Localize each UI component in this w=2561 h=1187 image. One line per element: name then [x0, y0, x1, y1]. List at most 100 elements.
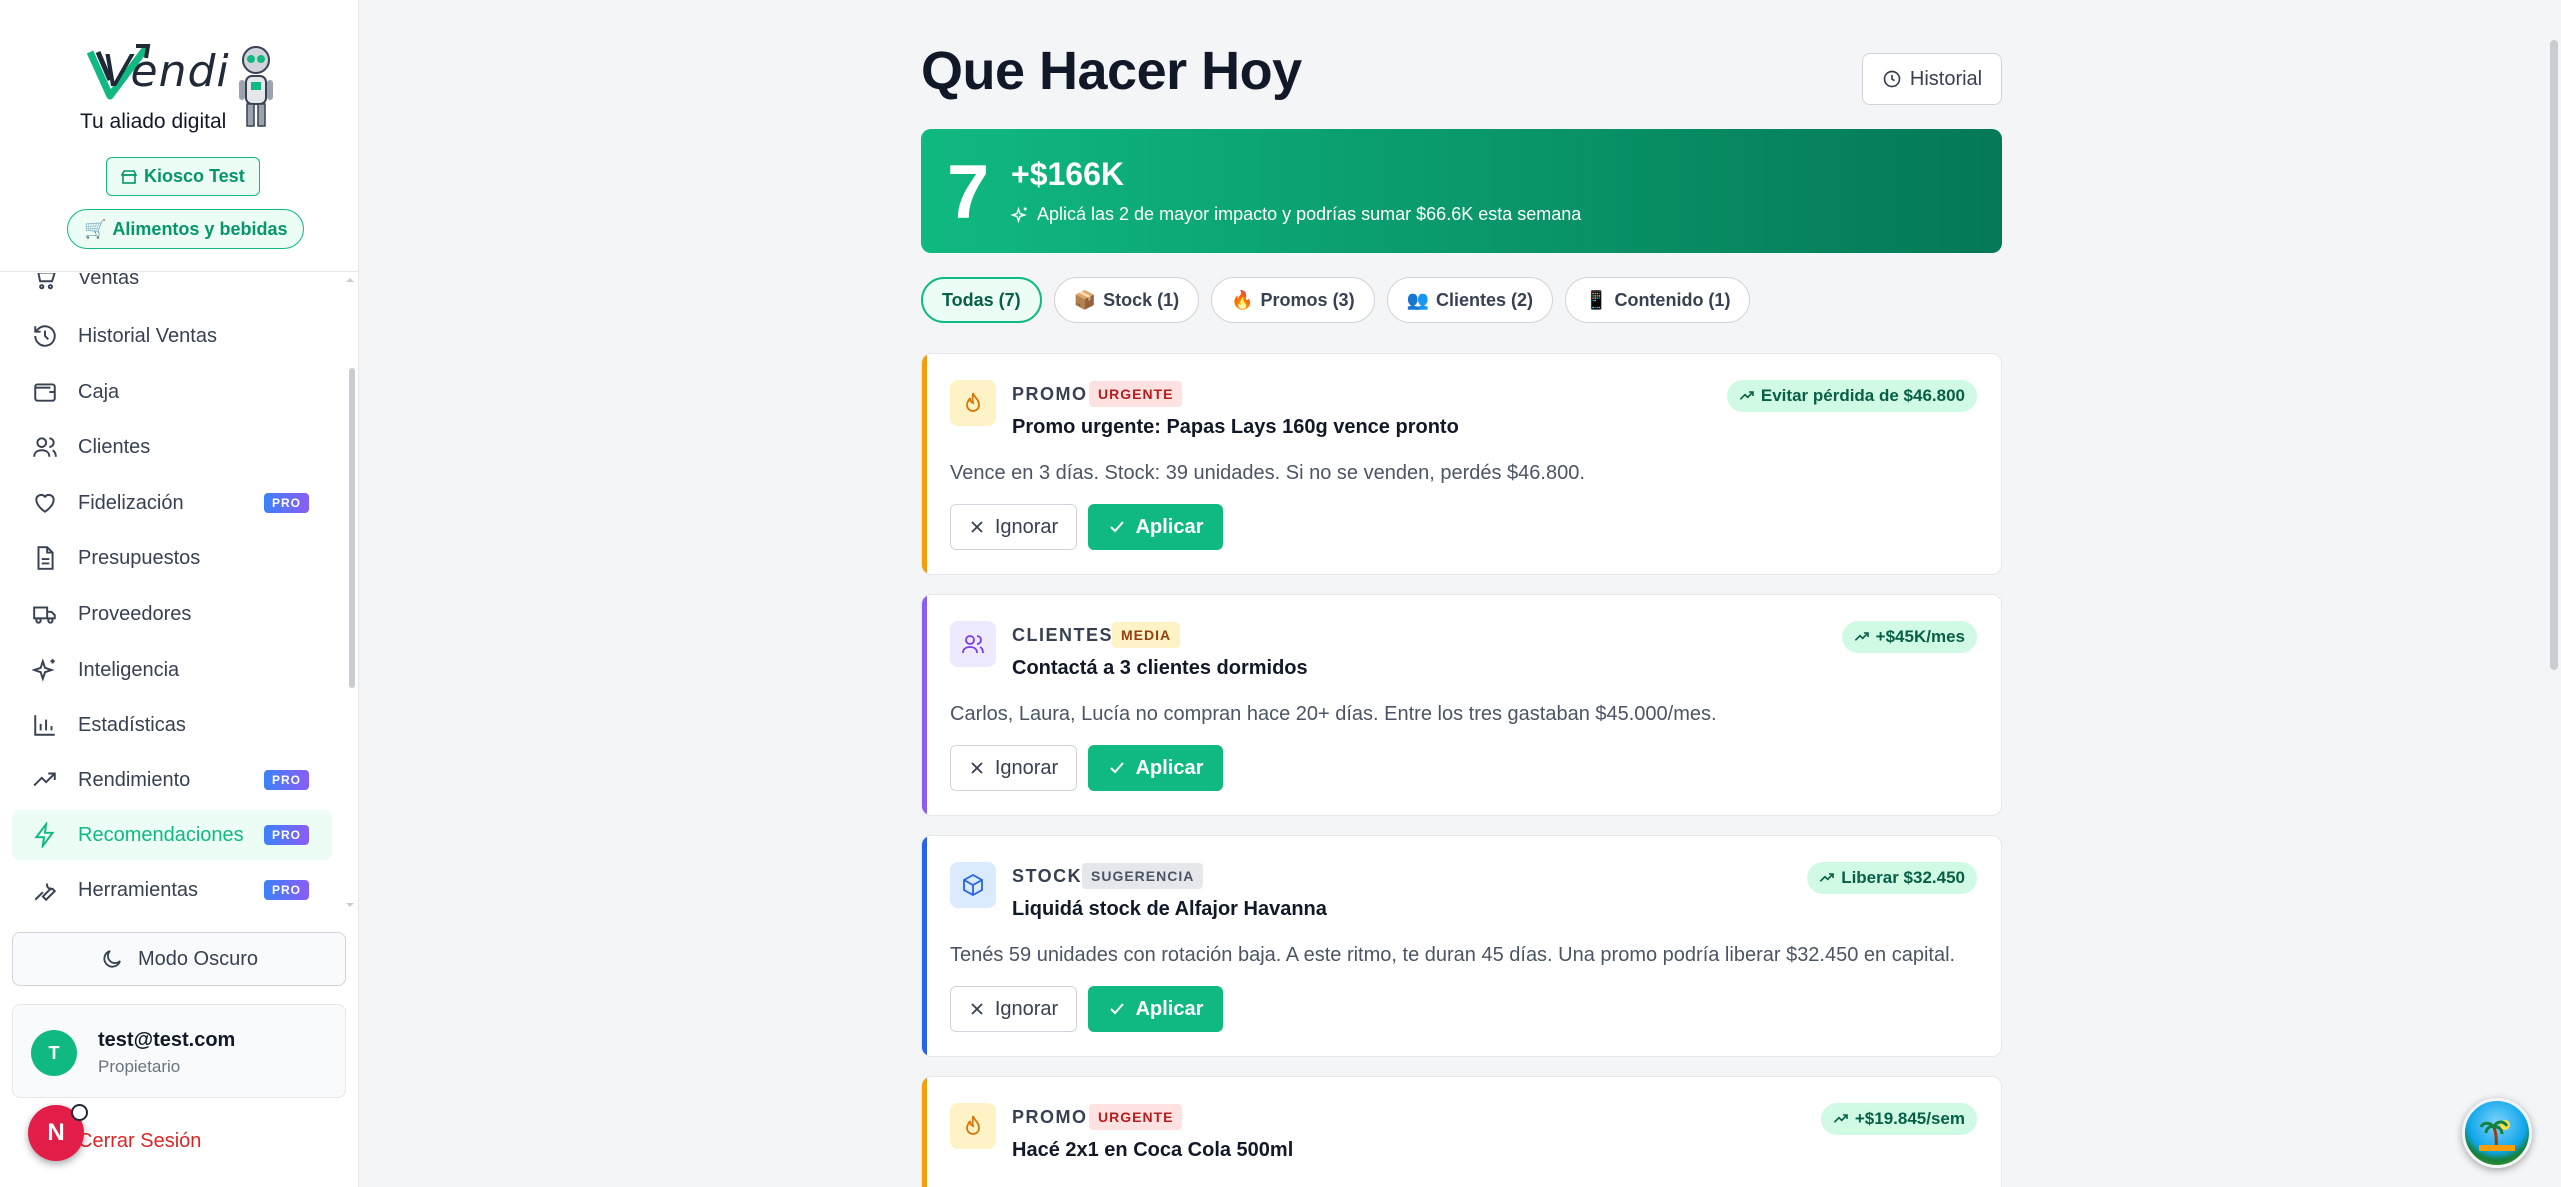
- users-icon: [30, 432, 60, 462]
- filter-contenido[interactable]: 📱 Contenido (1): [1565, 277, 1751, 323]
- lightning-icon: [30, 820, 60, 850]
- palm-tree-icon: [2479, 1120, 2515, 1151]
- sparkles-icon: [30, 655, 60, 685]
- apply-button[interactable]: Aplicar: [1088, 504, 1223, 550]
- sidebar-item-fidelizacion[interactable]: Fidelización PRO: [12, 478, 332, 528]
- filter-label: Clientes (2): [1436, 289, 1534, 310]
- priority-badge: SUGERENCIA: [1082, 863, 1204, 889]
- card-description: Tenés 59 unidades con rotación baja. A e…: [950, 944, 1956, 966]
- logout-link[interactable]: Cerrar Sesión: [78, 1130, 201, 1153]
- ignore-button[interactable]: Ignorar: [950, 504, 1077, 550]
- summary-text: Aplicá las 2 de mayor impacto y podrías …: [1011, 204, 1581, 225]
- apply-label: Aplicar: [1135, 997, 1204, 1020]
- potential-amount: +$166K: [1011, 156, 1124, 192]
- trending-up-icon: [30, 765, 60, 795]
- clock-icon: [1883, 70, 1901, 88]
- sidebar-scroll-thumb[interactable]: [349, 368, 355, 688]
- ignore-button[interactable]: Ignorar: [950, 745, 1077, 791]
- close-icon: [971, 762, 983, 774]
- store-selector[interactable]: Kiosco Test: [106, 157, 260, 196]
- filter-clientes[interactable]: 👥 Clientes (2): [1386, 277, 1554, 323]
- wallet-icon: [30, 377, 60, 407]
- card-accent-bar: [922, 595, 927, 815]
- sidebar-item-estadisticas[interactable]: Estadísticas: [12, 700, 332, 750]
- sidebar-item-recomendaciones[interactable]: Recomendaciones PRO: [12, 810, 332, 860]
- impact-badge: +$19.845/sem: [1820, 1103, 1977, 1135]
- recommendation-count: 7: [947, 150, 990, 235]
- box-icon: 📦: [1073, 289, 1097, 310]
- impact-label: Evitar pérdida de $46.800: [1760, 386, 1965, 405]
- category-selector[interactable]: 🛒 Alimentos y bebidas: [67, 209, 305, 249]
- check-icon: [1109, 762, 1124, 774]
- category-name: Alimentos y bebidas: [112, 218, 288, 239]
- sidebar-item-label: Ventas: [78, 273, 140, 289]
- sidebar-item-ventas[interactable]: Ventas: [12, 273, 332, 303]
- filter-label: Promos (3): [1260, 289, 1355, 310]
- priority-badge: MEDIA: [1112, 622, 1181, 648]
- card-type: PROMO: [1012, 384, 1088, 404]
- filter-stock[interactable]: 📦 Stock (1): [1053, 277, 1200, 323]
- sidebar-item-caja[interactable]: Caja: [12, 367, 332, 417]
- trending-up-icon: [1819, 873, 1834, 882]
- card-accent-bar: [922, 1077, 927, 1187]
- sidebar-item-label: Caja: [78, 380, 120, 403]
- check-icon: [1109, 521, 1124, 533]
- brand-logo[interactable]: Vendi Tu aliado digital: [80, 40, 280, 140]
- sidebar-item-historial-ventas[interactable]: Historial Ventas: [12, 311, 332, 361]
- pro-badge: PRO: [264, 493, 310, 513]
- sidebar-item-clientes[interactable]: Clientes: [12, 422, 332, 472]
- brand-name: Vendi: [102, 46, 230, 97]
- sidebar-item-proveedores[interactable]: Proveedores: [12, 589, 332, 639]
- main-scroll-thumb[interactable]: [2550, 40, 2558, 670]
- sidebar-item-presupuestos[interactable]: Presupuestos: [12, 533, 332, 583]
- sidebar-item-label: Recomendaciones: [78, 823, 244, 846]
- card-title: Contactá a 3 clientes dormidos: [1012, 657, 1308, 679]
- apply-label: Aplicar: [1135, 515, 1204, 538]
- scroll-down-icon[interactable]: [345, 900, 355, 910]
- trending-up-icon: [1833, 1114, 1848, 1123]
- ignore-button[interactable]: Ignorar: [950, 986, 1077, 1032]
- sidebar-item-inteligencia[interactable]: Inteligencia: [12, 645, 332, 695]
- phone-icon: 📱: [1585, 289, 1608, 310]
- apply-button[interactable]: Aplicar: [1088, 745, 1223, 791]
- filter-todas[interactable]: Todas (7): [921, 277, 1042, 323]
- user-card[interactable]: T test@test.com Propietario: [12, 1004, 346, 1098]
- sidebar-item-label: Presupuestos: [78, 546, 201, 569]
- apply-button[interactable]: Aplicar: [1088, 986, 1223, 1032]
- card-title: Promo urgente: Papas Lays 160g vence pro…: [1012, 416, 1459, 438]
- card-type: STOCK: [1012, 866, 1083, 886]
- priority-badge: URGENTE: [1089, 381, 1183, 407]
- trending-up-icon: [1854, 632, 1869, 641]
- check-icon: [1109, 1003, 1124, 1015]
- recommendation-card: PROMO URGENTE Hacé 2x1 en Coca Cola 500m…: [921, 1076, 2002, 1187]
- store-name: Kiosco Test: [144, 166, 245, 186]
- summary-banner: 7 +$166K Aplicá las 2 de mayor impacto y…: [921, 129, 2002, 253]
- flame-icon: [950, 380, 996, 426]
- filter-promos[interactable]: 🔥 Promos (3): [1211, 277, 1375, 323]
- pro-badge: PRO: [264, 880, 310, 900]
- flame-icon: [950, 1103, 996, 1149]
- impact-label: +$45K/mes: [1875, 627, 1965, 646]
- robot-mascot-icon: [239, 46, 273, 127]
- impact-label: +$19.845/sem: [1854, 1109, 1965, 1128]
- card-type: PROMO: [1012, 1107, 1088, 1127]
- sidebar-item-herramientas[interactable]: Herramientas PRO: [12, 865, 332, 913]
- truck-icon: [30, 599, 60, 629]
- sidebar-item-rendimiento[interactable]: Rendimiento PRO: [12, 755, 332, 805]
- assistant-fab[interactable]: [2462, 1098, 2532, 1168]
- card-description: Carlos, Laura, Lucía no compran hace 20+…: [950, 703, 1717, 725]
- impact-badge: Liberar $32.450: [1807, 862, 1977, 894]
- scroll-up-icon[interactable]: [345, 275, 355, 285]
- card-title: Hacé 2x1 en Coca Cola 500ml: [1012, 1139, 1294, 1161]
- card-type: CLIENTES: [1012, 625, 1114, 645]
- sidebar-item-label: Inteligencia: [78, 658, 180, 681]
- history-label: Historial: [1909, 67, 1983, 90]
- user-role: Propietario: [98, 1057, 181, 1076]
- moon-icon: [103, 950, 121, 968]
- pro-badge: PRO: [264, 825, 310, 845]
- history-button[interactable]: Historial: [1862, 53, 2002, 105]
- filter-label: Contenido (1): [1614, 289, 1731, 310]
- dark-mode-button[interactable]: Modo Oscuro: [12, 932, 346, 986]
- flame-icon: 🔥: [1231, 289, 1254, 310]
- priority-badge: URGENTE: [1089, 1104, 1183, 1130]
